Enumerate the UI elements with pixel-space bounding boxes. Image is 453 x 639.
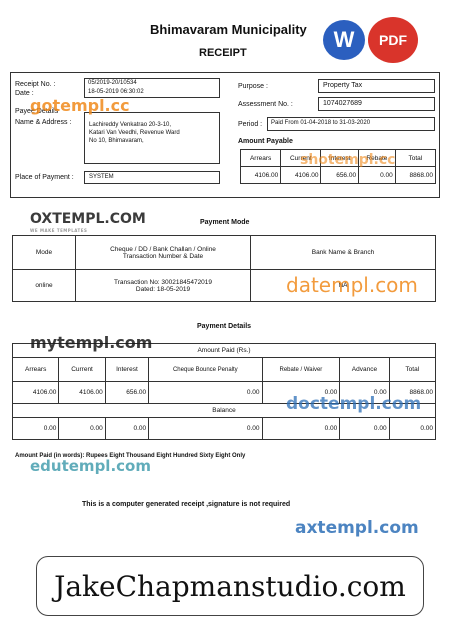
txn-header-line-1: Cheque / DD / Bank Challan / Online	[110, 245, 216, 253]
brand-banner: JakeChapmanstudio.com	[36, 556, 424, 616]
payment-details-table: Amount Paid (Rs.) Arrears Current Intere…	[11, 342, 437, 440]
txn-header: Cheque / DD / Bank Challan / Online Tran…	[75, 235, 251, 270]
balance-value-current: 0.00	[58, 417, 106, 440]
mode-header: Mode	[12, 235, 76, 270]
payable-value-arrears: 4106.00	[239, 166, 282, 184]
doctempl-watermark-text: doctempl.com	[286, 394, 422, 414]
datempl-watermark: datempl.com	[286, 273, 418, 297]
pdf-icon-label: PDF	[379, 32, 407, 48]
payable-value-current: 4106.00	[280, 166, 322, 184]
datempl-watermark-text: datempl.com	[286, 273, 418, 297]
purpose-label: Purpose :	[238, 83, 268, 90]
receipt-date-value: 18-05-2019 06:30:02	[88, 89, 144, 95]
payable-header-arrears: Arrears	[239, 149, 282, 167]
address-line-1: Lachireddy Venkatrao 20-3-10,	[89, 122, 172, 128]
oxtempl-watermark-text: OXTEMPL.COM	[30, 211, 146, 227]
pdf-icon[interactable]: PDF	[368, 17, 418, 63]
oxtempl-watermark-sub: WE MAKE TEMPLATES	[30, 228, 87, 233]
period-label: Period :	[238, 121, 263, 128]
doctempl-watermark: doctempl.com	[286, 394, 421, 414]
paid-header-total: Total	[388, 357, 437, 383]
txn-header-line-2: Transaction Number & Date	[122, 252, 204, 260]
assessment-value: 1074027689	[323, 100, 362, 107]
balance-value-total: 0.00	[388, 417, 437, 440]
shotempl-watermark: shotempl.cc	[300, 152, 395, 168]
edutempl-watermark-text: edutempl.com	[30, 457, 151, 475]
word-icon-letter: W	[333, 27, 355, 52]
mytempl-watermark: mytempl.com	[30, 333, 152, 352]
balance-value-cheque-bounce: 0.00	[148, 417, 263, 440]
oxtempl-watermark: OXTEMPL.COM	[30, 211, 146, 227]
gotempl-watermark-text: gotempl.cc	[30, 96, 130, 115]
place-value: SYSTEM	[89, 174, 114, 180]
shotempl-watermark-text: shotempl.cc	[300, 152, 396, 168]
balance-value-interest: 0.00	[104, 417, 150, 440]
name-address-label: Name & Address :	[15, 119, 72, 126]
receipt-heading: RECEIPT	[199, 47, 247, 59]
payable-header-total: Total	[394, 149, 437, 167]
balance-value-arrears: 0.00	[11, 417, 60, 440]
gotempl-watermark: gotempl.cc	[30, 96, 130, 115]
paid-header-rebate: Rebate / Waiver	[261, 357, 341, 383]
paid-header-cheque-bounce: Cheque Bounce Penalty	[148, 357, 263, 383]
bank-header: Bank Name & Branch	[250, 235, 436, 270]
mode-value: online	[12, 269, 76, 302]
edutempl-watermark: edutempl.com	[30, 457, 151, 475]
balance-value-advance: 0.00	[339, 417, 390, 440]
txn-value: Transaction No: 30021845472019 Dated: 18…	[75, 269, 251, 302]
paid-value-cheque-bounce: 0.00	[148, 381, 263, 404]
paid-header-arrears: Arrears	[11, 357, 60, 383]
paid-value-arrears: 4106.00	[11, 381, 60, 404]
oxtempl-watermark-sub-text: WE MAKE TEMPLATES	[30, 228, 88, 233]
municipality-title: Bhimavaram Municipality	[150, 22, 307, 37]
payable-value-interest: 656.00	[320, 166, 360, 184]
receipt-no-value: 05/2019-20/10534	[88, 80, 137, 86]
brand-banner-text: JakeChapmanstudio.com	[54, 569, 406, 603]
paid-header-interest: Interest	[104, 357, 150, 383]
assessment-label: Assessment No. :	[238, 101, 293, 108]
axtempl-watermark: axtempl.com	[295, 518, 419, 538]
paid-value-interest: 656.00	[104, 381, 150, 404]
paid-value-current: 4106.00	[58, 381, 106, 404]
amount-payable-label: Amount Payable	[238, 138, 293, 145]
purpose-value: Property Tax	[323, 82, 363, 89]
paid-header-advance: Advance	[339, 357, 390, 383]
payable-value-rebate: 0.00	[358, 166, 396, 184]
payable-value-total: 8868.00	[394, 166, 437, 184]
txn-value-line-1: Transaction No: 30021845472019	[113, 278, 213, 286]
balance-value-rebate: 0.00	[261, 417, 341, 440]
payment-details-title: Payment Details	[197, 323, 252, 330]
period-value: Paid From 01-04-2018 to 31-03-2020	[271, 120, 371, 126]
mytempl-watermark-text: mytempl.com	[30, 333, 153, 352]
receipt-no-label: Receipt No. :	[15, 81, 56, 88]
address-line-3: No 10, Bhimavaram,	[89, 138, 144, 144]
paid-header-current: Current	[58, 357, 106, 383]
payment-mode-title: Payment Mode	[200, 219, 250, 226]
word-icon[interactable]: W	[323, 20, 365, 60]
computer-generated-note: This is a computer generated receipt ,si…	[82, 501, 291, 508]
place-label: Place of Payment :	[15, 174, 74, 181]
axtempl-watermark-text: axtempl.com	[295, 518, 419, 538]
txn-value-line-2: Dated: 18-05-2019	[135, 285, 191, 293]
address-line-2: Katari Van Veedhi, Revenue Ward	[89, 130, 180, 136]
